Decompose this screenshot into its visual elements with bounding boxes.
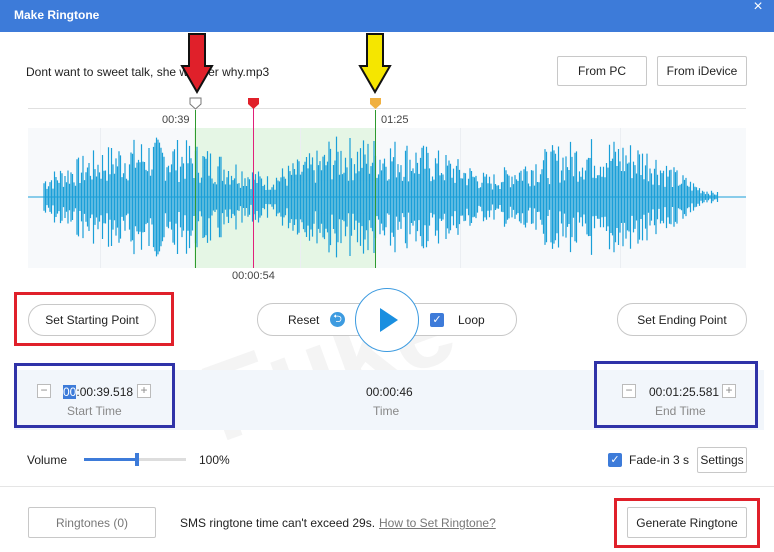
end-time-highlight bbox=[594, 361, 758, 428]
end-marker-line bbox=[375, 110, 376, 268]
volume-slider-thumb[interactable] bbox=[135, 453, 140, 466]
waveform bbox=[28, 136, 746, 258]
red-arrow-annotation bbox=[180, 33, 214, 94]
from-idevice-button[interactable]: From iDevice bbox=[657, 56, 747, 86]
playhead-line bbox=[253, 108, 254, 268]
start-marker-handle[interactable] bbox=[189, 97, 202, 110]
start-time-highlight bbox=[14, 363, 175, 428]
footer-divider bbox=[0, 486, 774, 487]
close-icon[interactable]: × bbox=[742, 0, 774, 28]
fade-in-checkbox[interactable]: ✓ bbox=[608, 453, 622, 467]
end-marker-handle[interactable] bbox=[369, 97, 382, 110]
yellow-arrow-annotation bbox=[358, 33, 392, 94]
generate-button-highlight bbox=[614, 498, 760, 548]
settings-button[interactable]: Settings bbox=[697, 447, 747, 473]
volume-track[interactable] bbox=[84, 453, 186, 466]
how-to-set-ringtone-link[interactable]: How to Set Ringtone? bbox=[379, 516, 496, 530]
fade-in-label: Fade-in 3 s bbox=[629, 453, 690, 467]
duration-value: 00:00:46 bbox=[366, 385, 413, 399]
from-pc-button[interactable]: From PC bbox=[557, 56, 647, 86]
volume-fill bbox=[84, 458, 138, 461]
loop-checkbox[interactable]: ✓ bbox=[430, 313, 444, 327]
start-button-highlight bbox=[14, 292, 174, 346]
title-bar: Make Ringtone × bbox=[0, 0, 774, 32]
volume-label: Volume bbox=[27, 453, 68, 467]
play-button[interactable] bbox=[355, 288, 419, 352]
loop-label: Loop bbox=[458, 313, 485, 327]
duration-caption: Time bbox=[373, 404, 400, 418]
end-marker-label: 01:25 bbox=[381, 114, 409, 126]
volume-value: 100% bbox=[199, 453, 230, 467]
timeline-ruler bbox=[28, 108, 746, 109]
playhead-label: 00:00:54 bbox=[232, 270, 275, 282]
set-ending-point-button[interactable]: Set Ending Point bbox=[617, 303, 747, 336]
play-icon bbox=[380, 308, 398, 332]
playhead-handle[interactable] bbox=[247, 97, 260, 110]
start-marker-line bbox=[195, 110, 196, 268]
reset-button[interactable]: Reset bbox=[288, 313, 319, 327]
sms-note: SMS ringtone time can't exceed 29s. bbox=[180, 516, 376, 530]
start-marker-label: 00:39 bbox=[162, 114, 190, 126]
reset-arrow-icon[interactable]: ⮌ bbox=[330, 312, 345, 327]
ringtones-button[interactable]: Ringtones (0) bbox=[28, 507, 156, 538]
watermark: Fuke bbox=[186, 261, 471, 466]
window-title: Make Ringtone bbox=[14, 8, 100, 22]
file-name: Dont want to sweet talk, she wonder why.… bbox=[26, 65, 270, 79]
